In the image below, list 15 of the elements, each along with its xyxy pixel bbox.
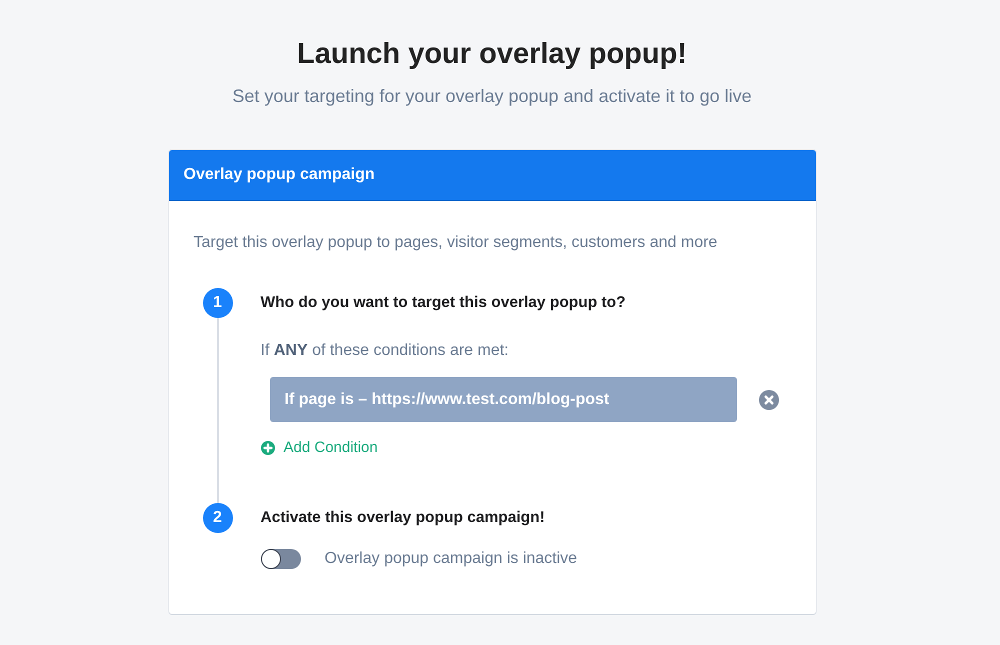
step-title: Who do you want to target this overlay popup to? xyxy=(260,293,626,313)
step-number: 1 xyxy=(202,288,232,318)
step-number: 2 xyxy=(202,503,232,533)
toggle-label: Overlay popup campaign is inactive xyxy=(324,549,578,569)
add-condition-link[interactable]: Add Condition xyxy=(260,438,378,458)
condition-chip[interactable]: If page is – https://www.test.com/blog-post xyxy=(270,377,736,422)
card-description: Target this overlay popup to pages, visitor segments, customers and more xyxy=(194,233,718,253)
card-title: Overlay popup campaign xyxy=(184,166,375,184)
page-subtitle: Set your targeting for your overlay popup and activate it to go live xyxy=(232,85,752,108)
remove-icon[interactable] xyxy=(758,390,778,410)
plus-icon xyxy=(260,441,274,455)
page-title: Launch your overlay popup! xyxy=(297,37,687,72)
toggle-switch[interactable] xyxy=(260,549,300,569)
condition-rule-text: If ANY of these conditions are met: xyxy=(260,341,509,361)
step-title: Activate this overlay popup campaign! xyxy=(260,508,545,528)
